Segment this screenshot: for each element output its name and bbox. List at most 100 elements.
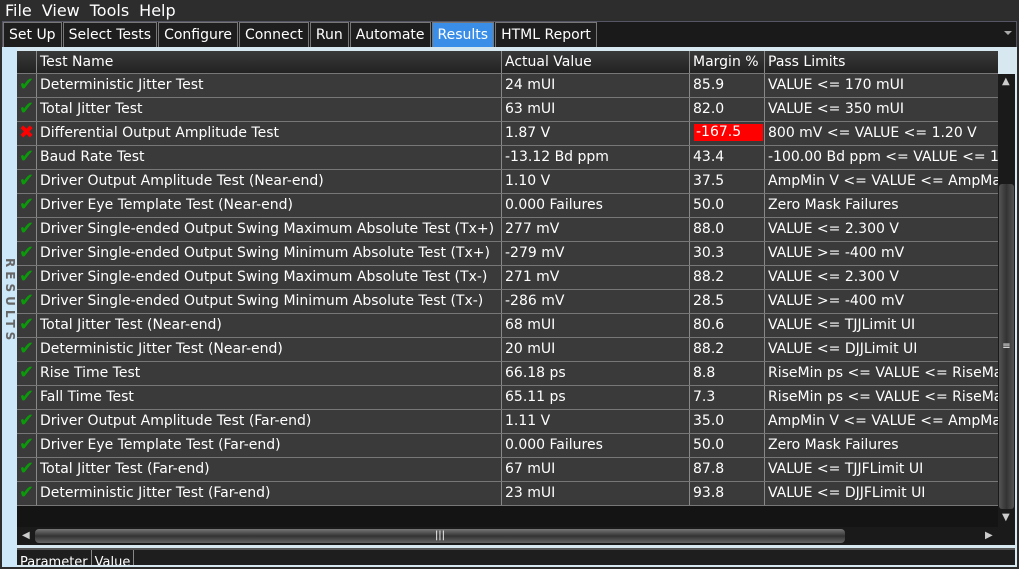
table-row[interactable]: ✔ Deterministic Jitter Test (Near-end) 20 … xyxy=(17,338,998,362)
margin-cell: 35.0 xyxy=(690,410,765,433)
table-row[interactable]: ✔ Total Jitter Test (Near-end) 68 mUI 80.6 V… xyxy=(17,314,998,338)
column-header-2[interactable]: Actual Value xyxy=(502,51,690,73)
test-name: Rise Time Test xyxy=(37,362,502,385)
margin-value: 88.2 xyxy=(693,269,725,285)
pass-limits: VALUE >= -400 mV xyxy=(768,245,905,261)
actual-value: 1.87 V xyxy=(502,122,690,145)
table-row[interactable]: ✔ Driver Eye Template Test (Far-end) 0.000… xyxy=(17,434,998,458)
test-name: Total Jitter Test (Near-end) xyxy=(37,314,502,337)
tab-html-report[interactable]: HTML Report xyxy=(495,22,597,47)
margin-value: 80.6 xyxy=(693,317,725,333)
margin-cell: 88.2 xyxy=(690,266,765,289)
column-header-0[interactable] xyxy=(17,51,37,73)
test-name: Deterministic Jitter Test (Near-end) xyxy=(37,338,502,361)
margin-value: 30.3 xyxy=(693,245,725,261)
margin-cell: 7.3 xyxy=(690,386,765,409)
status-cell: ✖ xyxy=(17,122,37,145)
pass-limits: VALUE >= -400 mV xyxy=(768,293,905,309)
check-icon: ✔ xyxy=(18,434,35,455)
column-header-3[interactable]: Margin % xyxy=(690,51,765,73)
scroll-left-icon[interactable]: ◀ xyxy=(22,530,30,541)
status-cell: ✔ xyxy=(17,194,37,217)
actual-value: 67 mUI xyxy=(502,458,690,481)
table-row[interactable]: ✔ Baud Rate Test -13.12 Bd ppm 43.4 -100.00 … xyxy=(17,146,998,170)
margin-value: 37.5 xyxy=(693,173,725,189)
horizontal-scrollbar[interactable]: ◀ ||| ▶ xyxy=(17,527,1015,545)
actual-value: 63 mUI xyxy=(502,98,690,121)
scroll-up-icon[interactable]: ▲ xyxy=(1002,76,1010,87)
vertical-scroll-thumb[interactable]: ≡ xyxy=(999,184,1014,509)
menu-file[interactable]: File xyxy=(0,0,37,21)
tab-connect[interactable]: Connect xyxy=(238,22,309,47)
menu-view[interactable]: View xyxy=(37,0,85,21)
check-icon: ✔ xyxy=(18,482,35,503)
table-row[interactable]: ✔ Driver Single-ended Output Swing Maximu… xyxy=(17,218,998,242)
column-header-1[interactable]: Test Name xyxy=(37,51,502,73)
status-cell: ✔ xyxy=(17,410,37,433)
margin-cell: 87.8 xyxy=(690,458,765,481)
table-row[interactable]: ✔ Deterministic Jitter Test 24 mUI 85.9 VALU… xyxy=(17,74,998,98)
check-icon: ✔ xyxy=(18,314,35,335)
bottom-column-value[interactable]: Value xyxy=(92,550,135,565)
actual-value: -286 mV xyxy=(502,290,690,313)
menu-help[interactable]: Help xyxy=(134,0,180,21)
vertical-scrollbar[interactable]: ▲ ≡ ▼ xyxy=(998,74,1015,527)
tab-run[interactable]: Run xyxy=(309,22,349,47)
actual-value: -279 mV xyxy=(502,242,690,265)
tab-set-up[interactable]: Set Up xyxy=(3,22,62,47)
scroll-down-icon[interactable]: ▼ xyxy=(1002,512,1010,523)
tab-configure[interactable]: Configure xyxy=(158,22,238,47)
check-icon: ✔ xyxy=(18,194,35,215)
table-row[interactable]: ✔ Driver Eye Template Test (Near-end) 0.00… xyxy=(17,194,998,218)
side-label: RESULTS xyxy=(3,258,17,345)
margin-cell: 28.5 xyxy=(690,290,765,313)
table-row[interactable]: ✔ Fall Time Test 65.11 ps 7.3 RiseMin ps <= … xyxy=(17,386,998,410)
tab-automate[interactable]: Automate xyxy=(349,22,431,47)
status-cell: ✔ xyxy=(17,458,37,481)
margin-cell: 30.3 xyxy=(690,242,765,265)
margin-cell: 85.9 xyxy=(690,74,765,97)
actual-value: 1.10 V xyxy=(502,170,690,193)
test-name: Driver Single-ended Output Swing Minimum… xyxy=(37,290,502,313)
table-row[interactable]: ✔ Driver Single-ended Output Swing Maximu… xyxy=(17,266,998,290)
actual-value: 65.11 ps xyxy=(502,386,690,409)
margin-value: 87.8 xyxy=(693,461,725,477)
table-row[interactable]: ✔ Total Jitter Test (Far-end) 67 mUI 87.8 VA… xyxy=(17,458,998,482)
status-cell: ✔ xyxy=(17,482,37,505)
menu-tools[interactable]: Tools xyxy=(85,0,134,21)
bottom-column-parameter[interactable]: Parameter xyxy=(17,550,92,565)
margin-cell: 88.0 xyxy=(690,218,765,241)
margin-value: 82.0 xyxy=(693,101,725,117)
table-row[interactable]: ✔ Driver Output Amplitude Test (Near-end)… xyxy=(17,170,998,194)
margin-cell: 50.0 xyxy=(690,434,765,457)
horizontal-scroll-thumb[interactable]: ||| xyxy=(35,529,845,543)
actual-value: 68 mUI xyxy=(502,314,690,337)
margin-cell: 43.4 xyxy=(690,146,765,169)
pass-limits: Zero Mask Failures xyxy=(768,197,899,213)
table-row[interactable]: ✔ Rise Time Test 66.18 ps 8.8 RiseMin ps <= … xyxy=(17,362,998,386)
table-row[interactable]: ✔ Deterministic Jitter Test (Far-end) 23 m… xyxy=(17,482,998,506)
check-icon: ✔ xyxy=(18,218,35,239)
table-row[interactable]: ✔ Total Jitter Test 63 mUI 82.0 VALUE <= 350… xyxy=(17,98,998,122)
scroll-right-icon[interactable]: ▶ xyxy=(985,530,993,541)
margin-cell: 82.0 xyxy=(690,98,765,121)
tab-results[interactable]: Results xyxy=(431,22,495,47)
tab-bar: Set Up Select Tests Configure Connect Run Aut… xyxy=(2,21,1017,47)
table-row[interactable]: ✖ Differential Output Amplitude Test 1.87 … xyxy=(17,122,998,146)
actual-value: 0.000 Failures xyxy=(502,434,690,457)
pass-limits: VALUE <= 2.300 V xyxy=(768,269,899,285)
parameter-panel: Parameter Value xyxy=(17,548,1015,565)
status-cell: ✔ xyxy=(17,338,37,361)
margin-value: 88.0 xyxy=(693,221,725,237)
table-row[interactable]: ✔ Driver Single-ended Output Swing Minimu… xyxy=(17,290,998,314)
test-name: Differential Output Amplitude Test xyxy=(37,122,502,145)
tab-overflow-icon[interactable] xyxy=(1004,31,1012,35)
tab-select-tests[interactable]: Select Tests xyxy=(62,22,158,47)
cross-icon: ✖ xyxy=(18,122,35,143)
table-row[interactable]: ✔ Driver Output Amplitude Test (Far-end) 1… xyxy=(17,410,998,434)
table-row[interactable]: ✔ Driver Single-ended Output Swing Minimu… xyxy=(17,242,998,266)
status-cell: ✔ xyxy=(17,74,37,97)
margin-cell: -167.5 xyxy=(690,122,765,145)
column-header-4[interactable]: Pass Limits xyxy=(765,51,998,73)
check-icon: ✔ xyxy=(18,386,35,407)
